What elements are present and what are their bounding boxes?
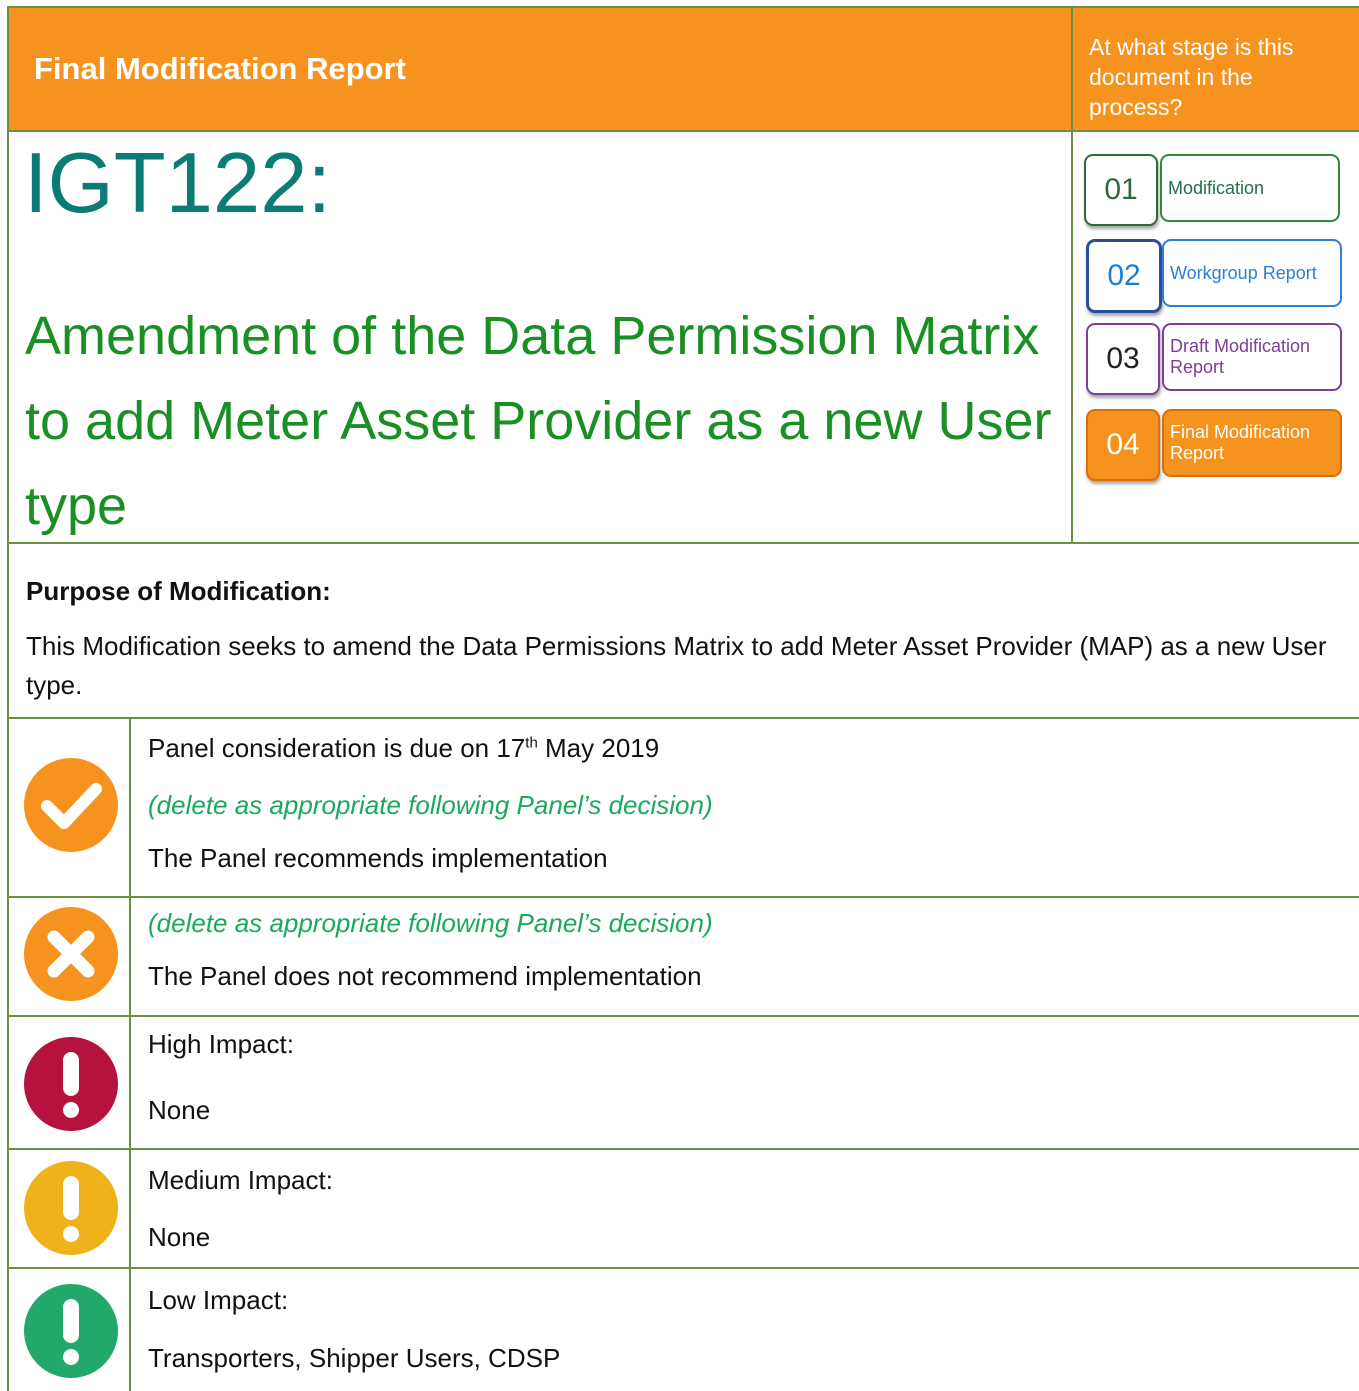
purpose-divider bbox=[8, 717, 1359, 719]
row-divider-3 bbox=[8, 1148, 1359, 1150]
stage-03-label: Draft Modification Report bbox=[1162, 323, 1342, 391]
medium-impact-exclamation-icon bbox=[24, 1161, 118, 1255]
low-impact-exclamation-icon bbox=[24, 1284, 118, 1378]
stage-question: At what stage is this document in the pr… bbox=[1089, 34, 1294, 120]
stage-03-number: 03 bbox=[1086, 323, 1160, 395]
border-top bbox=[8, 6, 1359, 8]
row-divider-1 bbox=[8, 896, 1359, 898]
modification-id: IGT122: bbox=[24, 136, 332, 231]
report-type-title: Final Modification Report bbox=[34, 51, 406, 86]
header-divider bbox=[8, 130, 1359, 132]
high-impact-value: None bbox=[148, 1095, 211, 1125]
icon-column-divider bbox=[129, 717, 131, 1391]
stage-02-number: 02 bbox=[1086, 239, 1162, 313]
check-icon bbox=[24, 758, 118, 852]
medium-impact-label: Medium Impact: bbox=[148, 1165, 333, 1195]
row-divider-4 bbox=[8, 1267, 1359, 1269]
low-impact-label: Low Impact: bbox=[148, 1285, 289, 1315]
panel-due-date: Panel consideration is due on 17th May 2… bbox=[148, 733, 660, 763]
stage-01-label: Modification bbox=[1160, 154, 1340, 222]
recommend-text: The Panel recommends implementation bbox=[148, 843, 608, 873]
report-header: Final Modification Report At what stage … bbox=[8, 6, 1359, 130]
low-impact-value: Transporters, Shipper Users, CDSP bbox=[148, 1343, 561, 1373]
medium-impact-value: None bbox=[148, 1222, 211, 1252]
high-impact-label: High Impact: bbox=[148, 1029, 294, 1059]
not-recommend-text: The Panel does not recommend implementat… bbox=[148, 961, 702, 991]
stage-02-label: Workgroup Report bbox=[1162, 239, 1342, 307]
delete-note-2: (delete as appropriate following Panel’s… bbox=[148, 908, 713, 938]
modification-title: Amendment of the Data Permission Matrix … bbox=[25, 306, 1052, 536]
delete-note: (delete as appropriate following Panel’s… bbox=[148, 790, 713, 820]
high-impact-exclamation-icon bbox=[24, 1037, 118, 1131]
stage-01-number: 01 bbox=[1084, 154, 1158, 226]
purpose-heading: Purpose of Modification: bbox=[26, 576, 331, 606]
header-divider-vertical bbox=[1071, 6, 1073, 543]
stage-04-number: 04 bbox=[1086, 409, 1160, 481]
row-divider-2 bbox=[8, 1015, 1359, 1017]
purpose-text: This Modification seeks to amend the Dat… bbox=[26, 631, 1327, 700]
cross-icon bbox=[24, 907, 118, 1001]
border-left bbox=[7, 6, 9, 1391]
stage-04-label: Final Modification Report bbox=[1162, 409, 1342, 477]
